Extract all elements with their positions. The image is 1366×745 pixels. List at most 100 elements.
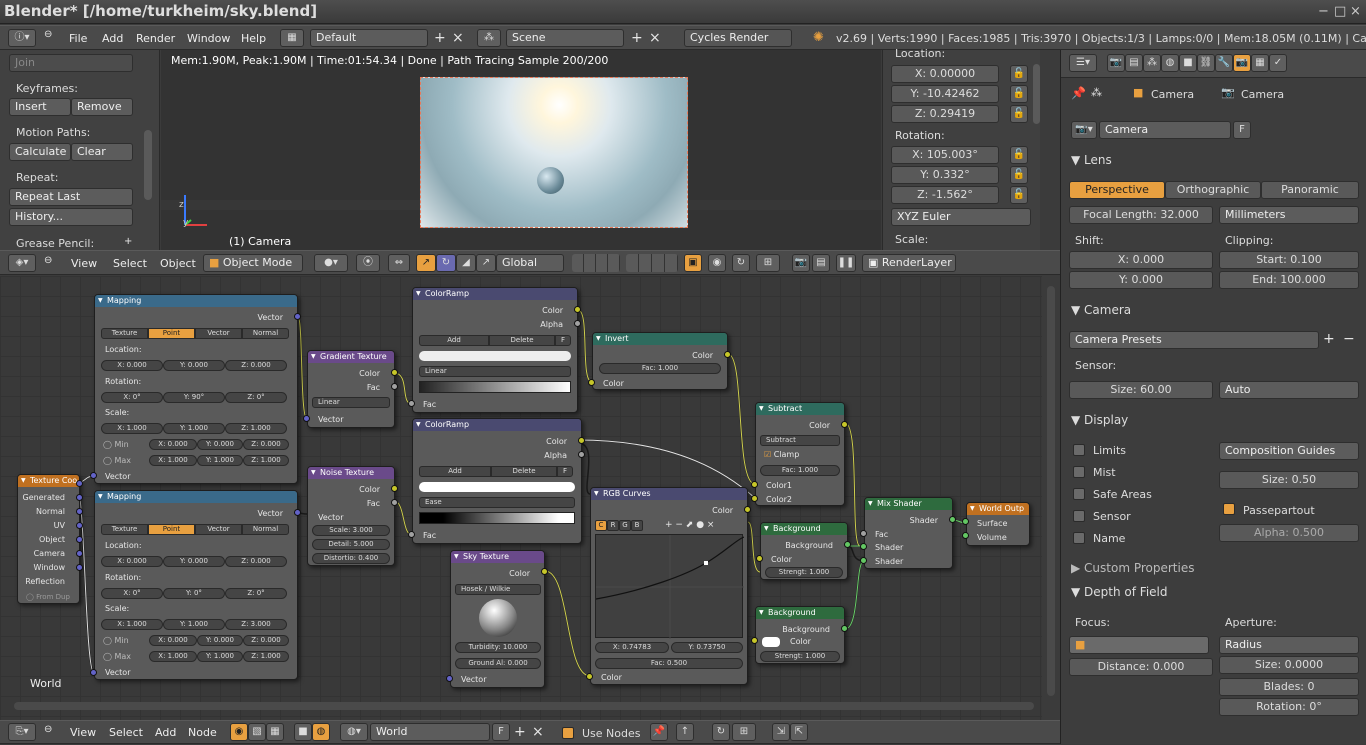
color-swatch[interactable] bbox=[762, 637, 780, 647]
colorramp-node-2[interactable]: ColorRamp Color Alpha Add Delete F Ease … bbox=[412, 418, 582, 544]
add-screen-icon[interactable]: + bbox=[434, 30, 446, 46]
from-dupli-checkbox[interactable]: ◯ From Dup bbox=[26, 593, 70, 601]
channel-b[interactable]: B bbox=[631, 520, 643, 531]
loc-x[interactable]: X: 0.000 bbox=[101, 360, 163, 371]
min-checkbox[interactable]: ◯ Min bbox=[103, 440, 129, 449]
rotation-x-field[interactable]: X: 105.003° bbox=[891, 146, 999, 164]
rot-z[interactable]: Z: 0° bbox=[225, 588, 287, 599]
socket-vector-in[interactable] bbox=[303, 415, 310, 422]
sky-texture-node[interactable]: Sky Texture Color Hosek / Wilkie Turbidi… bbox=[450, 550, 545, 688]
tab-vector[interactable]: Vector bbox=[195, 328, 242, 339]
gradient-type-dropdown[interactable]: Linear bbox=[312, 397, 390, 408]
min-checkbox[interactable]: ◯ Min bbox=[103, 636, 129, 645]
flip-button[interactable]: F bbox=[555, 335, 571, 346]
viewport-3d[interactable]: Mem:1.90M, Peak:1.90M | Time:01:54.34 | … bbox=[161, 50, 881, 250]
max-checkbox[interactable]: ◯ Max bbox=[103, 456, 131, 465]
tab-point[interactable]: Point bbox=[148, 524, 195, 535]
ground-albedo-field[interactable]: Ground Al: 0.000 bbox=[455, 658, 541, 669]
render-engine-dropdown[interactable]: Cycles Render bbox=[684, 29, 792, 47]
properties-editor-icon[interactable]: ☰▾ bbox=[1069, 54, 1097, 72]
remove-world-icon[interactable]: × bbox=[532, 724, 544, 740]
opengl-render-icon[interactable]: 📷 bbox=[792, 254, 810, 272]
menu-node[interactable]: Node bbox=[188, 721, 217, 745]
socket-color[interactable] bbox=[724, 351, 731, 358]
socket-fac-in[interactable] bbox=[408, 531, 415, 538]
collapse-menu-icon[interactable]: ⊖ bbox=[44, 29, 52, 40]
join-button[interactable]: Join bbox=[9, 54, 133, 72]
subtract-node[interactable]: Subtract Color Subtract ☑ Clamp Fac: 1.0… bbox=[755, 402, 845, 506]
socket-shader-in[interactable] bbox=[860, 557, 867, 564]
screen-layout-icon[interactable]: ▦ bbox=[280, 29, 304, 47]
location-x-field[interactable]: X: 0.00000 bbox=[891, 65, 999, 83]
minimize-button[interactable]: − bbox=[1318, 4, 1329, 19]
socket-color[interactable] bbox=[391, 369, 398, 376]
menu-add[interactable]: Add bbox=[102, 26, 123, 52]
orientation-dropdown[interactable]: Global bbox=[496, 254, 564, 272]
tab-vector[interactable]: Vector bbox=[195, 524, 242, 535]
max-z[interactable]: Z: 1.000 bbox=[243, 455, 289, 466]
paste-nodes-icon[interactable]: ⇱ bbox=[790, 723, 808, 741]
layer-lock-icon[interactable]: ▣ bbox=[684, 254, 702, 272]
socket-object[interactable] bbox=[76, 522, 83, 529]
sensor-checkbox[interactable] bbox=[1073, 510, 1085, 522]
curve-tools-icon[interactable]: + − ⬈ ● × bbox=[665, 520, 714, 530]
mode-dropdown[interactable]: ■ Object Mode bbox=[203, 254, 303, 272]
max-checkbox[interactable]: ◯ Max bbox=[103, 652, 131, 661]
socket-fac[interactable] bbox=[391, 499, 398, 506]
max-y[interactable]: Y: 1.000 bbox=[197, 455, 243, 466]
world-tab-icon[interactable]: ◍ bbox=[1161, 54, 1179, 72]
socket-color-in[interactable] bbox=[586, 673, 593, 680]
clamp-checkbox[interactable]: ☑ Clamp bbox=[764, 450, 799, 459]
remove-preset-icon[interactable]: − bbox=[1343, 331, 1355, 347]
plus-icon[interactable]: + bbox=[124, 236, 132, 247]
socket-window[interactable] bbox=[76, 550, 83, 557]
transform-orient-icon[interactable]: ↗ bbox=[476, 254, 496, 272]
socket-color-in[interactable] bbox=[588, 379, 595, 386]
loc-y[interactable]: Y: 0.000 bbox=[163, 360, 225, 371]
rot-y[interactable]: Y: 0° bbox=[163, 588, 225, 599]
tab-normal[interactable]: Normal bbox=[242, 524, 289, 535]
shift-y-field[interactable]: Y: 0.000 bbox=[1069, 271, 1213, 289]
remove-keyframe-button[interactable]: Remove bbox=[71, 98, 133, 116]
aperture-size-field[interactable]: Size: 0.0000 bbox=[1219, 656, 1359, 674]
invert-node[interactable]: Invert Color Fac: 1.000 Color bbox=[592, 332, 728, 390]
menu-view[interactable]: View bbox=[70, 721, 96, 745]
max-x[interactable]: X: 1.000 bbox=[149, 455, 197, 466]
tab-texture[interactable]: Texture bbox=[101, 524, 148, 535]
socket-color[interactable] bbox=[541, 568, 548, 575]
clip-start-field[interactable]: Start: 0.100 bbox=[1219, 251, 1359, 269]
distortion-field[interactable]: Distortio: 0.400 bbox=[312, 553, 390, 564]
channel-g[interactable]: G bbox=[619, 520, 631, 531]
socket-camera[interactable] bbox=[76, 536, 83, 543]
mapping-node-1[interactable]: Mapping Vector Texture Point Vector Norm… bbox=[94, 294, 298, 484]
turbidity-field[interactable]: Turbidity: 10.000 bbox=[455, 642, 541, 653]
add-stop-button[interactable]: Add bbox=[419, 466, 491, 477]
socket-fac[interactable] bbox=[391, 383, 398, 390]
close-button[interactable]: × bbox=[1350, 4, 1361, 19]
socket-vector-in[interactable] bbox=[90, 472, 97, 479]
background-node-1[interactable]: Background Background Color Strengt: 1.0… bbox=[760, 522, 848, 580]
calculate-button[interactable]: Calculate bbox=[9, 143, 71, 161]
texture-tab-icon[interactable]: ▦ bbox=[1251, 54, 1269, 72]
transform-scrollbar[interactable] bbox=[1033, 64, 1040, 124]
socket-vector-out[interactable] bbox=[294, 509, 301, 516]
compositing-nodes-icon[interactable]: ▧ bbox=[248, 723, 266, 741]
scale-x[interactable]: X: 1.000 bbox=[101, 423, 163, 434]
physics-tab-icon[interactable]: ✓ bbox=[1269, 54, 1287, 72]
lock-icon[interactable]: 🔓 bbox=[1010, 65, 1028, 83]
max-x[interactable]: X: 1.000 bbox=[149, 651, 197, 662]
scale-icon[interactable]: ◢ bbox=[456, 254, 476, 272]
clip-end-field[interactable]: End: 100.000 bbox=[1219, 271, 1359, 289]
location-y-field[interactable]: Y: -10.42462 bbox=[891, 85, 999, 103]
min-x[interactable]: X: 0.000 bbox=[149, 439, 197, 450]
scene-tab-icon[interactable]: ⁂ bbox=[1143, 54, 1161, 72]
menu-render[interactable]: Render bbox=[136, 26, 175, 52]
menu-add[interactable]: Add bbox=[155, 721, 176, 745]
panoramic-button[interactable]: Panoramic bbox=[1261, 181, 1359, 199]
rotation-z-field[interactable]: Z: -1.562° bbox=[891, 186, 999, 204]
delete-stop-button[interactable]: Delete bbox=[491, 466, 557, 477]
socket-color[interactable] bbox=[841, 421, 848, 428]
fac-field[interactable]: Fac: 0.500 bbox=[595, 658, 743, 669]
custom-properties-header[interactable]: ▶ Custom Properties bbox=[1071, 561, 1194, 575]
socket-uv[interactable] bbox=[76, 508, 83, 515]
